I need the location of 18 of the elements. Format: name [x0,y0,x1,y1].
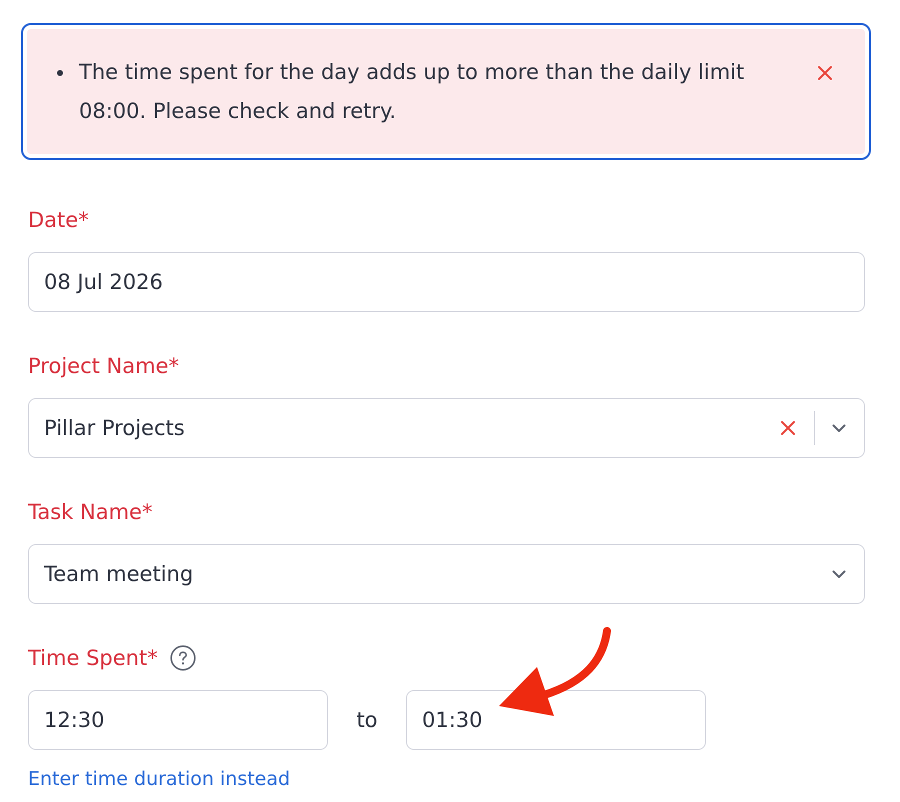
close-icon[interactable] [817,65,833,81]
chevron-down-icon[interactable] [832,570,846,578]
chevron-down-icon[interactable] [832,424,846,432]
alert-message: The time spent for the day adds up to more than the daily limit 08:00. Please check and retry. [79,59,746,125]
date-field[interactable]: 08 Jul 2026 [28,252,865,312]
field-label: Project Name* [28,353,179,380]
bullet-icon [57,70,63,76]
select-field[interactable]: Pillar Projects [28,398,865,458]
time-duration-link[interactable]: Enter time duration instead [28,767,290,791]
field-label: Date* [28,207,89,234]
select-field[interactable]: Team meeting [28,544,865,604]
help-icon[interactable] [170,645,196,671]
end-time-field[interactable]: 01:30 [406,690,706,750]
range-separator: to [355,708,379,732]
start-time-field[interactable]: 12:30 [28,690,328,750]
clear-icon[interactable] [780,420,796,436]
field-label: Time Spent* [28,645,158,672]
field-label: Task Name* [28,499,152,526]
